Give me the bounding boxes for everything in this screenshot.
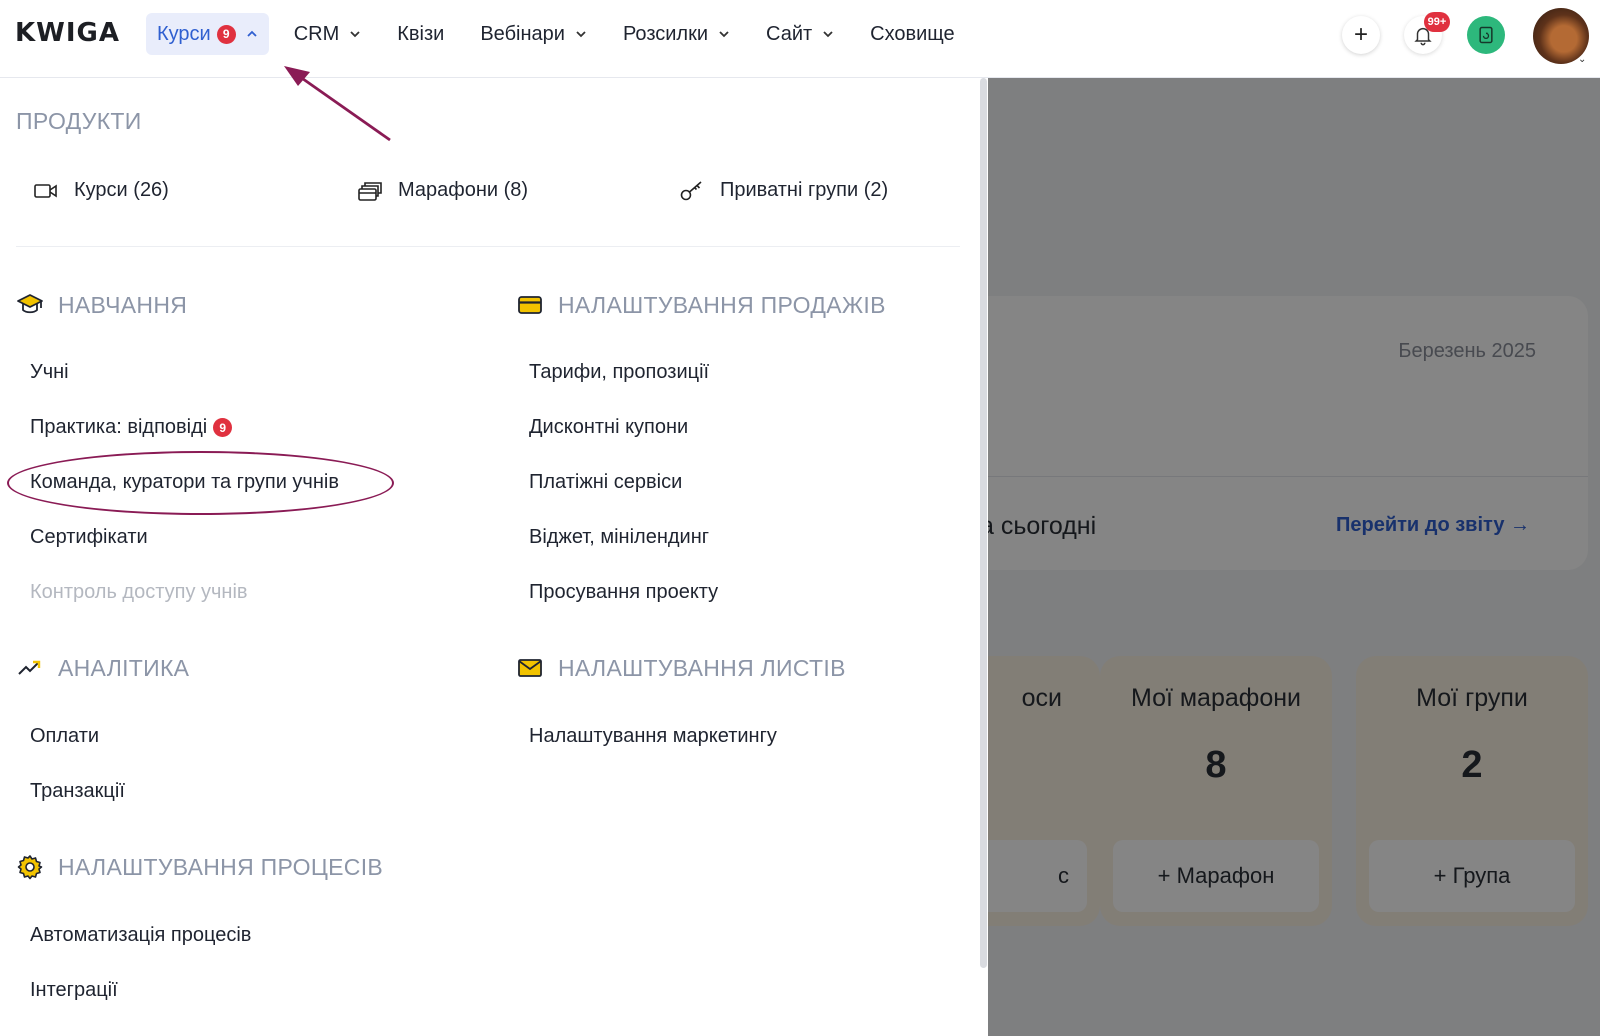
section-divider: [16, 246, 960, 247]
menu-item-transactions[interactable]: Транзакції: [30, 780, 125, 803]
nav-mailings-label: Розсилки: [622, 22, 709, 45]
practice-badge: 9: [213, 418, 233, 437]
nav-crm[interactable]: CRM: [283, 13, 373, 55]
chevron-down-icon: [576, 31, 586, 38]
menu-item-project-promotion[interactable]: Просування проекту: [529, 581, 718, 604]
key-icon: [680, 180, 706, 202]
documents-button[interactable]: [1467, 16, 1505, 54]
section-title: НАЛАШТУВАННЯ ЛИСТІВ: [558, 654, 846, 681]
courses-dropdown-menu: ПРОДУКТИ Курси (26) Марафони (8) Приватн…: [0, 78, 988, 1036]
learning-heading: НАВЧАННЯ: [16, 291, 187, 319]
nav-storage-label: Сховище: [870, 22, 955, 45]
credit-card-icon: [516, 291, 544, 319]
menu-item-marketing-settings[interactable]: Налаштування маркетингу: [529, 725, 777, 748]
menu-item-tariffs[interactable]: Тарифи, пропозиції: [529, 361, 709, 384]
section-title: НАЛАШТУВАННЯ ПРОЦЕСІВ: [58, 853, 384, 880]
menu-item-practice-answers[interactable]: Практика: відповіді 9: [30, 416, 233, 439]
chevron-down-icon: [823, 31, 833, 38]
video-icon: [34, 180, 60, 202]
nav-storage[interactable]: Сховище: [859, 13, 966, 55]
menu-item-label: Практика: відповіді: [30, 416, 208, 438]
graduation-cap-icon: [16, 291, 44, 319]
notifications-badge: 99+: [1424, 12, 1450, 32]
menu-item-payments[interactable]: Оплати: [30, 725, 99, 748]
section-title: АНАЛІТИКА: [58, 654, 190, 681]
sales-settings-heading: НАЛАШТУВАННЯ ПРОДАЖІВ: [516, 291, 886, 319]
menu-item-certificates[interactable]: Сертифікати: [30, 526, 148, 549]
menu-item-integrations[interactable]: Інтеграції: [30, 979, 118, 1002]
letters-settings-heading: НАЛАШТУВАННЯ ЛИСТІВ: [516, 654, 846, 682]
nav-site[interactable]: Сайт: [755, 13, 845, 55]
backdrop-overlay[interactable]: [988, 78, 1600, 1036]
products-heading: ПРОДУКТИ: [16, 108, 142, 134]
menu-item-access-control: Контроль доступу учнів: [30, 581, 248, 603]
nav-quizzes[interactable]: Квізи: [386, 13, 455, 55]
menu-item-process-automation[interactable]: Автоматизація процесів: [30, 924, 251, 947]
menu-item-label: Марафони (8): [398, 179, 529, 201]
analytics-heading: АНАЛІТИКА: [16, 654, 189, 682]
nav-crm-label: CRM: [293, 22, 340, 45]
menu-item-widget-minilanding[interactable]: Віджет, мінілендинг: [529, 526, 709, 549]
cards-icon: [358, 180, 384, 202]
trending-up-icon: [16, 654, 44, 682]
nav-mailings[interactable]: Розсилки: [612, 13, 741, 55]
highlight-ellipse: [7, 451, 394, 515]
nav-courses-badge: 9: [216, 24, 236, 44]
menu-item-label: Курси (26): [74, 179, 169, 201]
gear-icon: [16, 853, 44, 881]
nav-webinars-label: Вебінари: [480, 22, 565, 45]
main-nav: Курси 9 CRM Квізи Вебінари Розсилки Сайт…: [146, 13, 980, 55]
dropdown-scrollbar[interactable]: [980, 78, 987, 968]
nav-courses[interactable]: Курси 9: [146, 13, 269, 55]
menu-item-marathons[interactable]: Марафони (8): [358, 179, 528, 202]
menu-item-label: Приватні групи (2): [720, 179, 889, 201]
chevron-down-icon: [350, 31, 360, 38]
chevron-down-icon[interactable]: ⌄: [1578, 54, 1586, 65]
chevron-up-icon: [247, 30, 257, 37]
nav-courses-label: Курси: [157, 22, 211, 45]
menu-item-discount-coupons[interactable]: Дисконтні купони: [529, 416, 688, 439]
document-refresh-icon: [1479, 26, 1493, 44]
chevron-down-icon: [719, 31, 729, 38]
envelope-icon: [516, 654, 544, 682]
nav-quizzes-label: Квізи: [397, 22, 445, 45]
processes-settings-heading: НАЛАШТУВАННЯ ПРОЦЕСІВ: [16, 853, 383, 881]
menu-item-payment-services[interactable]: Платіжні сервіси: [529, 471, 682, 494]
top-bar: KWIGA Курси 9 CRM Квізи Вебінари Розсилк…: [0, 0, 1600, 78]
nav-site-label: Сайт: [766, 22, 813, 45]
plus-icon: +: [1353, 21, 1368, 48]
menu-item-students[interactable]: Учні: [30, 361, 69, 384]
add-button[interactable]: +: [1342, 16, 1380, 54]
nav-webinars[interactable]: Вебінари: [469, 13, 598, 55]
kwiga-logo[interactable]: KWIGA: [15, 18, 120, 48]
section-title: НАЛАШТУВАННЯ ПРОДАЖІВ: [558, 291, 886, 318]
menu-item-private-groups[interactable]: Приватні групи (2): [680, 179, 888, 202]
section-title: НАВЧАННЯ: [58, 291, 188, 318]
menu-item-courses[interactable]: Курси (26): [34, 179, 169, 202]
